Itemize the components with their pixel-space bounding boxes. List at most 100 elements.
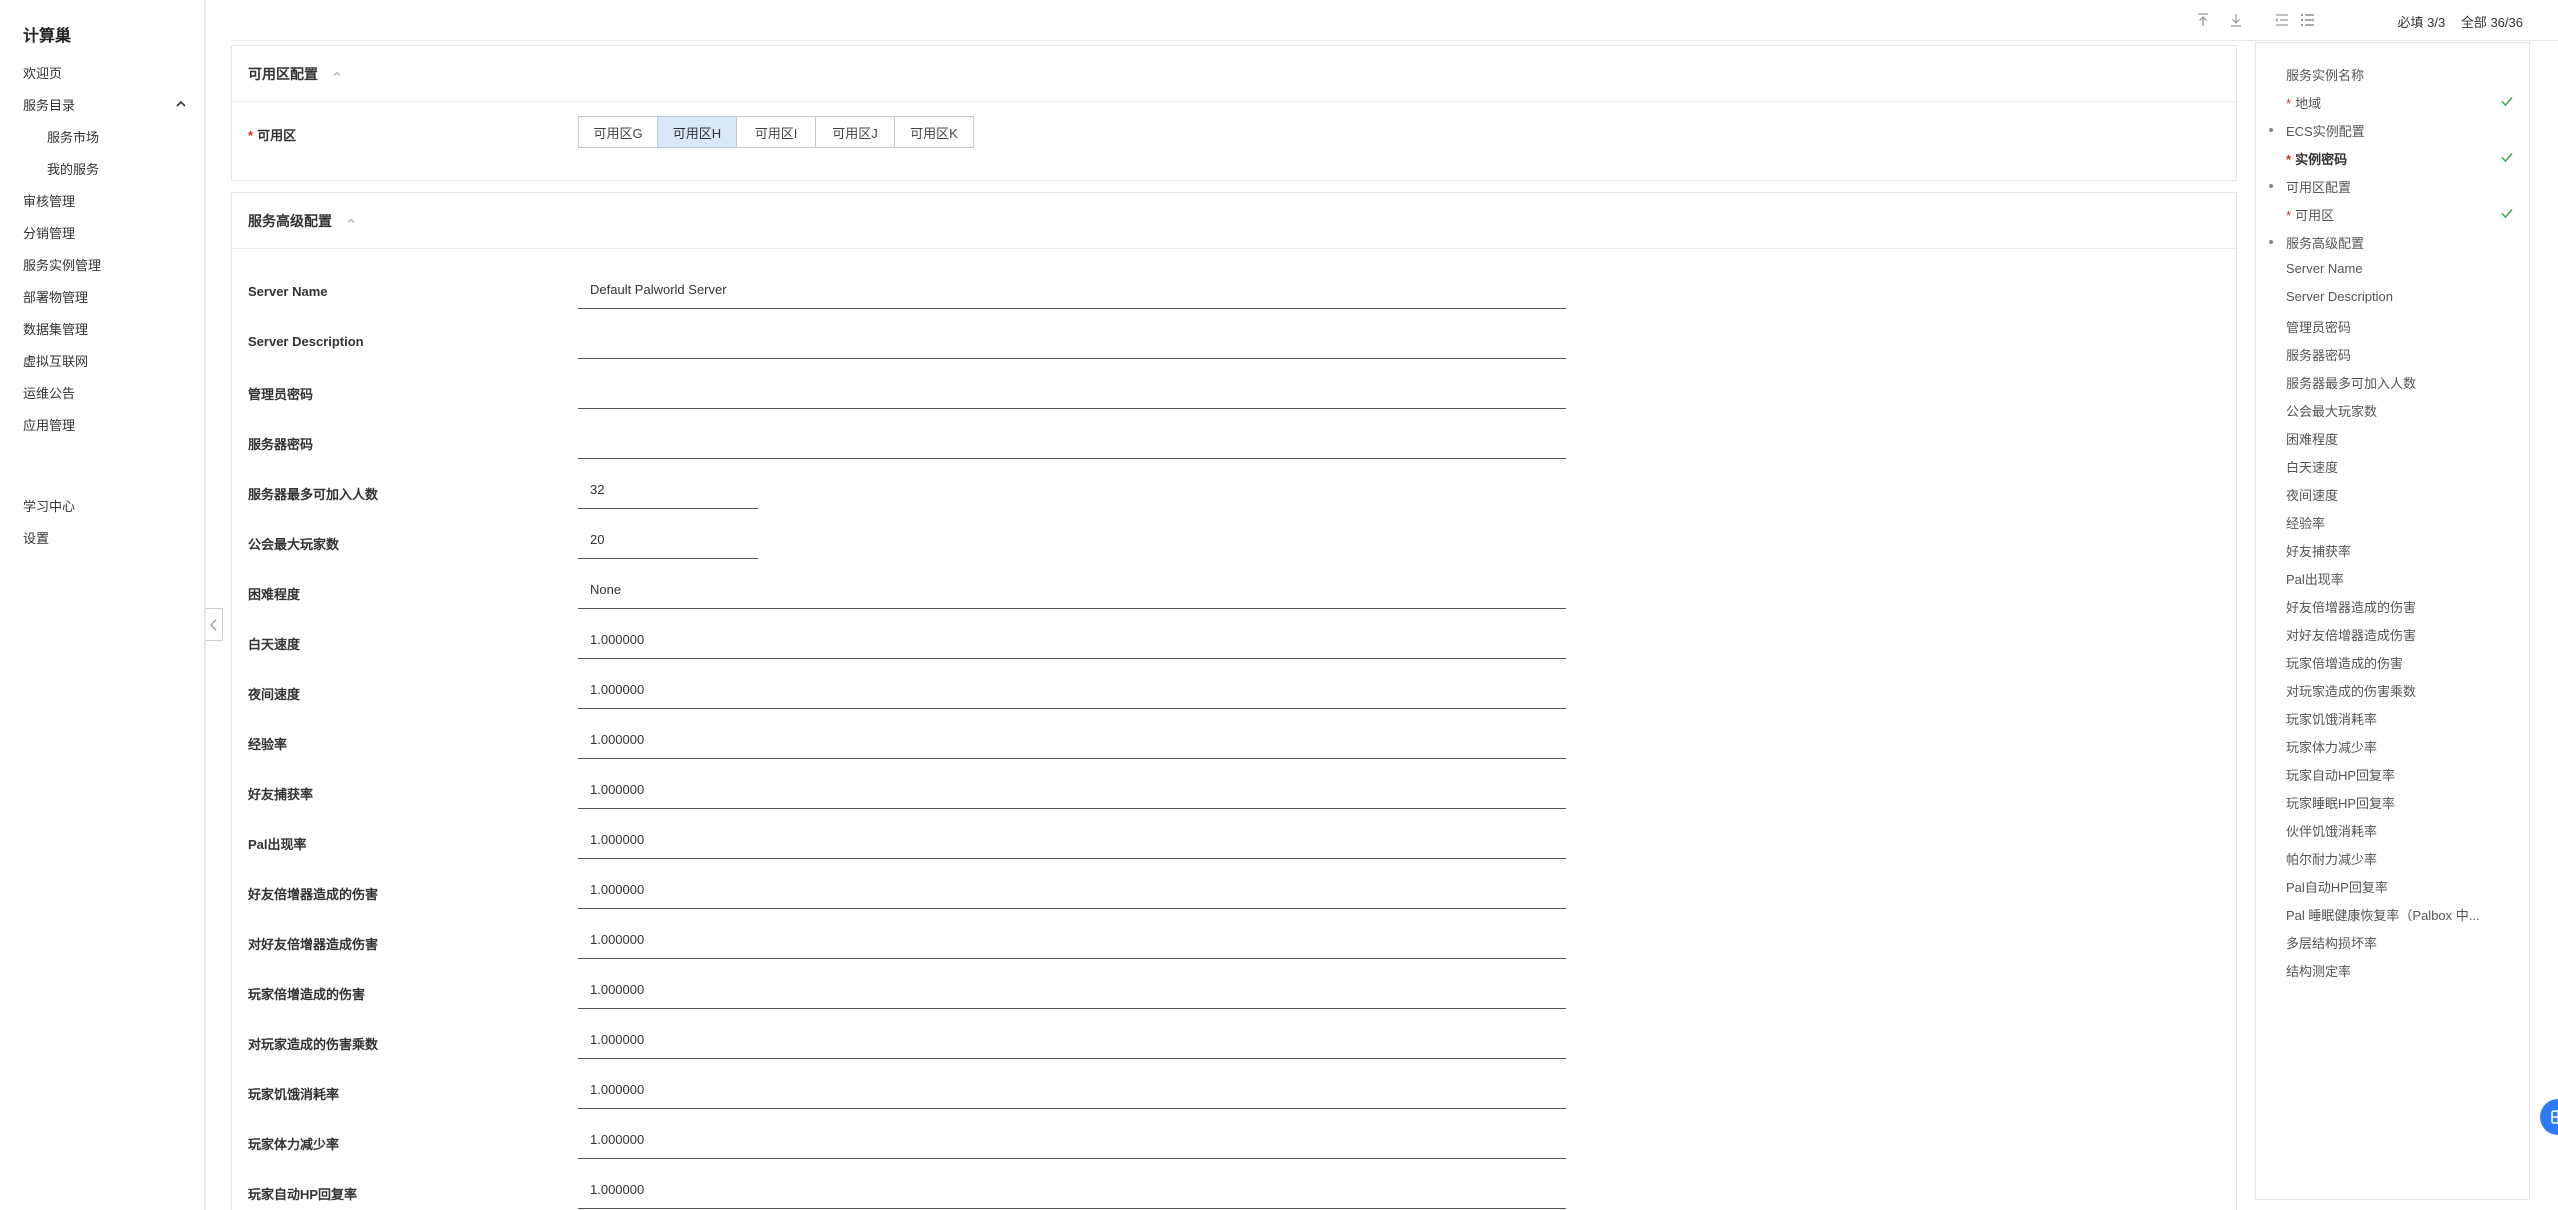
outline-item[interactable]: 经验率 xyxy=(2286,513,2325,532)
outline-item[interactable]: 白天速度 xyxy=(2286,457,2338,476)
sidebar-collapse-handle[interactable] xyxy=(206,608,223,641)
outline-item[interactable]: * 可用区 xyxy=(2286,205,2334,224)
az-config-header[interactable]: 可用区配置 xyxy=(232,46,2236,102)
form-field-input[interactable] xyxy=(578,1021,1566,1059)
form-field-input[interactable] xyxy=(578,1171,1566,1209)
sidebar-item[interactable]: 服务目录 xyxy=(0,88,204,120)
form-field-input[interactable] xyxy=(578,921,1566,959)
form-field-row: 公会最大玩家数 xyxy=(248,521,2218,571)
sidebar-item-label: 应用管理 xyxy=(23,417,76,433)
form-field-input[interactable] xyxy=(578,821,1566,859)
sidebar-item[interactable]: 应用管理 xyxy=(0,408,204,440)
outline-item[interactable]: 玩家自动HP回复率 xyxy=(2286,765,2395,784)
top-toolbar: 必填 3/3 全部 36/36 xyxy=(231,0,2558,41)
outline-item[interactable]: 服务器密码 xyxy=(2286,345,2351,364)
outline-item[interactable]: 对好友倍增器造成伤害 xyxy=(2286,625,2416,644)
outline-item[interactable]: 结构测定率 xyxy=(2286,961,2351,980)
outline-item[interactable]: Pal自动HP回复率 xyxy=(2286,877,2388,896)
form-field-input[interactable] xyxy=(578,671,1566,709)
collapse-all-icon[interactable] xyxy=(2273,11,2291,29)
form-field-input[interactable] xyxy=(578,421,1566,459)
outline-item[interactable]: ECS实例配置 xyxy=(2286,121,2365,140)
outline-item[interactable]: 玩家睡眠HP回复率 xyxy=(2286,793,2395,812)
outline-item[interactable]: 玩家饥饿消耗率 xyxy=(2286,709,2377,728)
az-option-button[interactable]: 可用区H xyxy=(657,116,737,148)
outline-item[interactable]: 管理员密码 xyxy=(2286,317,2351,336)
sidebar-item[interactable]: 学习中心 xyxy=(0,489,204,521)
outline-item[interactable]: 玩家倍增造成的伤害 xyxy=(2286,653,2403,672)
az-option-button[interactable]: 可用区J xyxy=(815,116,895,148)
chevron-up-icon xyxy=(176,100,186,107)
az-option-button[interactable]: 可用区G xyxy=(578,116,658,148)
form-field-input[interactable] xyxy=(578,1121,1566,1159)
brand-title: 计算巢 xyxy=(23,28,72,45)
scroll-to-top-icon[interactable] xyxy=(2194,11,2212,29)
outline-item-label: 好友捕获率 xyxy=(2286,544,2352,559)
sidebar-item[interactable]: 服务市场 xyxy=(0,120,204,152)
form-field-input[interactable] xyxy=(578,471,758,509)
form-field-input[interactable] xyxy=(578,321,1566,359)
form-field-label: Pal出现率 xyxy=(248,837,307,852)
sidebar-item[interactable]: 分销管理 xyxy=(0,216,204,248)
form-field-label: 困难程度 xyxy=(248,587,301,602)
form-field-input[interactable] xyxy=(578,771,1566,809)
form-field-label: 玩家体力减少率 xyxy=(248,1137,340,1152)
outline-item[interactable]: Pal出现率 xyxy=(2286,569,2344,588)
sidebar-item[interactable]: 欢迎页 xyxy=(0,56,204,88)
outline-item-label: 结构测定率 xyxy=(2286,964,2352,979)
outline-item[interactable]: 玩家体力减少率 xyxy=(2286,737,2377,756)
form-field-input[interactable] xyxy=(578,571,1566,609)
form-field-input[interactable] xyxy=(578,721,1566,759)
sidebar-item-label: 虚拟互联网 xyxy=(23,353,89,369)
outline-item[interactable]: 对玩家造成的伤害乘数 xyxy=(2286,681,2416,700)
sidebar-item-label: 服务目录 xyxy=(23,97,76,113)
sidebar-item[interactable]: 虚拟互联网 xyxy=(0,344,204,376)
form-field-input[interactable] xyxy=(578,871,1566,909)
outline-item[interactable]: 困难程度 xyxy=(2286,429,2338,448)
form-field-input[interactable] xyxy=(578,371,1566,409)
outline-item[interactable]: 好友倍增器造成的伤害 xyxy=(2286,597,2416,616)
outline-item[interactable]: 可用区配置 xyxy=(2286,177,2351,196)
az-option-button[interactable]: 可用区I xyxy=(736,116,816,148)
form-field-input[interactable] xyxy=(578,271,1566,309)
outline-item[interactable]: Server Name xyxy=(2286,261,2363,276)
sidebar-item[interactable]: 设置 xyxy=(0,521,204,553)
outline-item[interactable]: 多层结构损坏率 xyxy=(2286,933,2377,952)
outline-item[interactable]: Server Description xyxy=(2286,289,2393,304)
outline-item[interactable]: 好友捕获率 xyxy=(2286,541,2351,560)
outline-item[interactable]: * 实例密码 xyxy=(2286,149,2347,168)
advanced-config-header[interactable]: 服务高级配置 xyxy=(232,193,2236,249)
az-option-button[interactable]: 可用区K xyxy=(894,116,974,148)
expand-all-icon[interactable] xyxy=(2299,11,2317,29)
outline-item[interactable]: Pal 睡眠健康恢复率（Palbox 中... xyxy=(2286,905,2480,924)
sidebar-item[interactable]: 部署物管理 xyxy=(0,280,204,312)
outline-item[interactable]: 帕尔耐力减少率 xyxy=(2286,849,2377,868)
outline-item-label: Server Name xyxy=(2286,261,2363,276)
outline-item[interactable]: 伙伴饥饿消耗率 xyxy=(2286,821,2377,840)
help-chat-button[interactable] xyxy=(2540,1099,2558,1135)
outline-item[interactable]: 服务器最多可加入人数 xyxy=(2286,373,2416,392)
form-field-label: 公会最大玩家数 xyxy=(248,537,340,552)
outline-item-label: 服务器密码 xyxy=(2286,348,2352,363)
form-field-row: 玩家自动HP回复率 xyxy=(248,1171,2218,1210)
az-config-title: 可用区配置 xyxy=(248,65,318,82)
form-field-input[interactable] xyxy=(578,971,1566,1009)
outline-item[interactable]: * 地域 xyxy=(2286,93,2321,112)
outline-item[interactable]: 公会最大玩家数 xyxy=(2286,401,2377,420)
outline-item[interactable]: 服务实例名称 xyxy=(2286,65,2364,84)
sidebar-item[interactable]: 审核管理 xyxy=(0,184,204,216)
sidebar-item[interactable]: 我的服务 xyxy=(0,152,204,184)
sidebar-item[interactable]: 服务实例管理 xyxy=(0,248,204,280)
sidebar-item[interactable]: 运维公告 xyxy=(0,376,204,408)
required-stat: 必填 3/3 xyxy=(2397,15,2446,30)
form-field-input[interactable] xyxy=(578,1071,1566,1109)
scroll-to-bottom-icon[interactable] xyxy=(2227,11,2245,29)
sidebar-item[interactable]: 数据集管理 xyxy=(0,312,204,344)
caret-up-icon xyxy=(347,218,355,223)
form-field-input[interactable] xyxy=(578,621,1566,659)
form-field-label: 玩家倍增造成的伤害 xyxy=(248,987,366,1002)
caret-up-icon xyxy=(333,71,341,76)
outline-item[interactable]: 夜间速度 xyxy=(2286,485,2338,504)
outline-item[interactable]: 服务高级配置 xyxy=(2286,233,2364,252)
form-field-input[interactable] xyxy=(578,521,758,559)
